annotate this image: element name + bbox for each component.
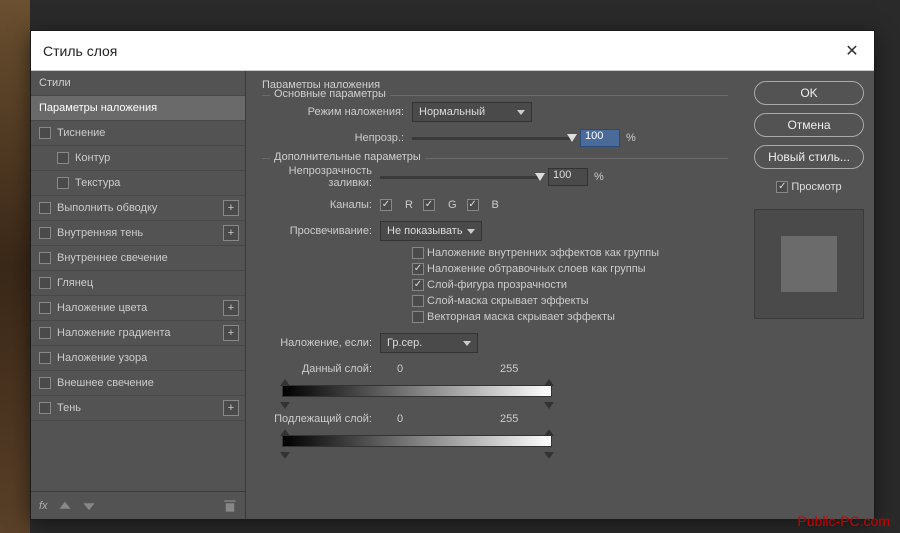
- opt1-checkbox[interactable]: [412, 247, 424, 259]
- sidebar-header-styles[interactable]: Стили: [31, 71, 245, 96]
- sidebar-item-9[interactable]: Наложение узора: [31, 346, 245, 371]
- sidebar-item-blending-options[interactable]: Параметры наложения: [31, 96, 245, 121]
- effects-sidebar: Стили Параметры наложения ТиснениеКонтур…: [31, 71, 246, 519]
- dialog-title: Стиль слоя: [43, 43, 117, 59]
- channels-label: Каналы:: [262, 199, 380, 211]
- basic-params-fieldset: Основные параметры Режим наложения: Норм…: [262, 95, 728, 148]
- opt3-checkbox[interactable]: [412, 279, 424, 291]
- effect-checkbox[interactable]: [39, 227, 51, 239]
- advanced-params-fieldset: Дополнительные параметры Непрозрачность …: [262, 158, 728, 323]
- titlebar: Стиль слоя ✕: [31, 31, 874, 71]
- effect-checkbox[interactable]: [39, 402, 51, 414]
- blendif-dropdown[interactable]: Гр.сер.: [380, 333, 478, 353]
- knockout-label: Просвечивание:: [262, 225, 380, 237]
- sidebar-item-4[interactable]: Внутренняя тень+: [31, 221, 245, 246]
- sidebar-item-10[interactable]: Внешнее свечение: [31, 371, 245, 396]
- sidebar-item-5[interactable]: Внутреннее свечение: [31, 246, 245, 271]
- sidebar-item-1[interactable]: Контур: [31, 146, 245, 171]
- sidebar-item-6[interactable]: Глянец: [31, 271, 245, 296]
- add-effect-icon[interactable]: +: [223, 300, 239, 316]
- effect-checkbox[interactable]: [39, 302, 51, 314]
- close-icon[interactable]: ✕: [842, 41, 862, 61]
- fill-opacity-input[interactable]: 100: [548, 168, 588, 186]
- sidebar-item-0[interactable]: Тиснение: [31, 121, 245, 146]
- this-layer-label: Данный слой:: [262, 363, 380, 375]
- effect-checkbox[interactable]: [39, 202, 51, 214]
- preview-checkbox[interactable]: [776, 181, 788, 193]
- sidebar-footer: fx: [31, 491, 245, 519]
- blendif-label: Наложение, если:: [262, 337, 380, 349]
- opt2-checkbox[interactable]: [412, 263, 424, 275]
- add-effect-icon[interactable]: +: [223, 225, 239, 241]
- dialog-buttons-panel: OK Отмена Новый стиль... Просмотр: [744, 71, 874, 519]
- add-effect-icon[interactable]: +: [223, 400, 239, 416]
- ok-button[interactable]: OK: [754, 81, 864, 105]
- under-layer-gradient[interactable]: [282, 435, 552, 453]
- channel-r-checkbox[interactable]: [380, 199, 392, 211]
- opacity-label: Непрозр.:: [262, 132, 412, 144]
- effect-checkbox[interactable]: [39, 252, 51, 264]
- opt5-checkbox[interactable]: [412, 311, 424, 323]
- arrow-up-icon[interactable]: [58, 499, 72, 513]
- sidebar-item-11[interactable]: Тень+: [31, 396, 245, 421]
- preview-swatch-container: [754, 209, 864, 319]
- effect-checkbox[interactable]: [39, 277, 51, 289]
- blend-mode-label: Режим наложения:: [262, 106, 412, 118]
- fill-opacity-slider[interactable]: [380, 176, 540, 179]
- sidebar-item-2[interactable]: Текстура: [31, 171, 245, 196]
- under-layer-label: Подлежащий слой:: [262, 413, 380, 425]
- effect-checkbox[interactable]: [39, 327, 51, 339]
- effect-checkbox[interactable]: [39, 127, 51, 139]
- add-effect-icon[interactable]: +: [223, 200, 239, 216]
- cancel-button[interactable]: Отмена: [754, 113, 864, 137]
- arrow-down-icon[interactable]: [82, 499, 96, 513]
- effect-checkbox[interactable]: [39, 377, 51, 389]
- effect-checkbox[interactable]: [57, 152, 69, 164]
- channel-g-checkbox[interactable]: [423, 199, 435, 211]
- effect-checkbox[interactable]: [39, 352, 51, 364]
- knockout-dropdown[interactable]: Не показывать: [380, 221, 482, 241]
- watermark: Public-PC.com: [797, 513, 890, 529]
- preview-swatch: [781, 236, 837, 292]
- sidebar-item-3[interactable]: Выполнить обводку+: [31, 196, 245, 221]
- new-style-button[interactable]: Новый стиль...: [754, 145, 864, 169]
- opacity-input[interactable]: 100: [580, 129, 620, 147]
- effect-checkbox[interactable]: [57, 177, 69, 189]
- add-effect-icon[interactable]: +: [223, 325, 239, 341]
- sidebar-item-7[interactable]: Наложение цвета+: [31, 296, 245, 321]
- fx-icon[interactable]: fx: [39, 500, 48, 512]
- fill-opacity-label: Непрозрачность заливки:: [262, 165, 380, 189]
- opacity-slider[interactable]: [412, 137, 572, 140]
- sidebar-item-8[interactable]: Наложение градиента+: [31, 321, 245, 346]
- this-layer-gradient[interactable]: [282, 385, 552, 403]
- opt4-checkbox[interactable]: [412, 295, 424, 307]
- channel-b-checkbox[interactable]: [467, 199, 479, 211]
- layer-style-dialog: Стиль слоя ✕ Стили Параметры наложения Т…: [30, 30, 875, 520]
- blending-options-panel: Параметры наложения Основные параметры Р…: [246, 71, 744, 519]
- trash-icon[interactable]: [223, 499, 237, 513]
- blend-mode-dropdown[interactable]: Нормальный: [412, 102, 532, 122]
